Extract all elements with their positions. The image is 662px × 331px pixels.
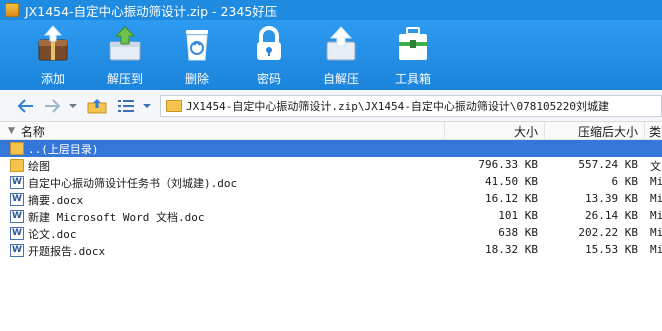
word-document-icon — [10, 210, 24, 223]
delete-button[interactable]: 删除 — [165, 20, 229, 90]
self-extract-button[interactable]: 自解压 — [309, 20, 373, 90]
self-extract-label: 自解压 — [322, 72, 359, 86]
file-name: 开题报告.docx — [28, 245, 106, 258]
word-document-icon — [10, 193, 24, 206]
file-name: 绘图 — [28, 160, 50, 173]
column-name-label: 名称 — [20, 124, 45, 139]
file-type: Mi — [650, 192, 662, 205]
column-compressed-header[interactable]: 压缩后大小 — [545, 122, 645, 140]
navigation-bar: JX1454-自定中心振动筛设计.zip\JX1454-自定中心振动筛设计\07… — [0, 90, 662, 122]
parent-folder-icon — [10, 142, 24, 155]
sort-arrow-icon: ▼ — [8, 126, 15, 136]
chevron-down-icon — [69, 104, 77, 108]
window-title: JX1454-自定中心振动筛设计.zip - 2345好压 — [25, 3, 278, 19]
file-name: 新建 Microsoft Word 文档.doc — [28, 211, 205, 224]
word-document-icon — [10, 227, 24, 240]
folder-icon — [10, 159, 24, 172]
recycle-bin-icon — [177, 24, 217, 64]
toolbox-button[interactable]: 工具箱 — [381, 20, 445, 90]
address-path: JX1454-自定中心振动筛设计.zip\JX1454-自定中心振动筛设计\07… — [186, 100, 610, 113]
word-document-icon — [10, 176, 24, 189]
file-type: Mi — [650, 175, 662, 188]
file-name: 论文.doc — [28, 228, 77, 241]
file-compressed-size: 202.22 KB — [578, 226, 638, 239]
file-row[interactable]: 开题报告.docx 18.32 KB 15.53 KB Mi — [0, 242, 662, 259]
file-row[interactable]: 摘要.docx 16.12 KB 13.39 KB Mi — [0, 191, 662, 208]
file-compressed-size: 557.24 KB — [578, 158, 638, 171]
title-bar: JX1454-自定中心振动筛设计.zip - 2345好压 — [0, 0, 662, 20]
column-type-header[interactable]: 类 — [645, 122, 662, 140]
file-type: Mi — [650, 243, 662, 256]
file-type: Mi — [650, 209, 662, 222]
file-size: 638 KB — [498, 226, 538, 239]
file-name: 自定中心振动筛设计任务书（刘城建).doc — [28, 177, 238, 190]
password-label: 密码 — [256, 72, 281, 86]
back-button[interactable] — [16, 96, 36, 116]
file-compressed-size: 13.39 KB — [585, 192, 638, 205]
column-size-label: 大小 — [513, 124, 538, 139]
file-size: 18.32 KB — [485, 243, 538, 256]
list-view-icon — [118, 100, 134, 112]
file-size: 16.12 KB — [485, 192, 538, 205]
toolbar: 添加 解压到 删除 密码 自解压 工具箱 — [0, 20, 662, 90]
extract-to-icon — [105, 24, 145, 64]
history-dropdown[interactable] — [66, 96, 80, 116]
password-button[interactable]: 密码 — [237, 20, 301, 90]
file-list-header: ▼ 名称 大小 压缩后大小 类 — [0, 122, 662, 140]
extract-to-button[interactable]: 解压到 — [93, 20, 157, 90]
column-size-header[interactable]: 大小 — [445, 122, 545, 140]
file-compressed-size: 26.14 KB — [585, 209, 638, 222]
extract-to-label: 解压到 — [106, 72, 143, 86]
chevron-down-icon — [143, 104, 151, 108]
column-name-header[interactable]: ▼ 名称 — [0, 122, 445, 140]
column-compressed-label: 压缩后大小 — [577, 124, 638, 139]
file-name: 摘要.docx — [28, 194, 84, 207]
file-row-parent[interactable]: ..(上层目录) — [0, 140, 662, 157]
column-type-label: 类 — [649, 124, 662, 139]
view-mode-button[interactable] — [116, 96, 136, 116]
forward-arrow-icon — [45, 99, 60, 113]
add-button[interactable]: 添加 — [21, 20, 85, 90]
address-bar[interactable]: JX1454-自定中心振动筛设计.zip\JX1454-自定中心振动筛设计\07… — [160, 95, 662, 117]
self-extract-icon — [321, 24, 361, 64]
file-name: ..(上层目录) — [28, 143, 99, 156]
add-button-label: 添加 — [40, 72, 65, 86]
add-archive-icon — [33, 24, 73, 64]
padlock-icon — [249, 24, 289, 64]
file-row[interactable]: 绘图 796.33 KB 557.24 KB 文 — [0, 157, 662, 174]
file-row[interactable]: 新建 Microsoft Word 文档.doc 101 KB 26.14 KB… — [0, 208, 662, 225]
back-arrow-icon — [18, 99, 33, 113]
file-type: Mi — [650, 226, 662, 239]
file-size: 101 KB — [498, 209, 538, 222]
file-compressed-size: 15.53 KB — [585, 243, 638, 256]
file-compressed-size: 6 KB — [611, 175, 639, 188]
delete-label: 删除 — [184, 72, 209, 86]
toolbox-icon — [393, 24, 433, 64]
file-row[interactable]: 自定中心振动筛设计任务书（刘城建).doc 41.50 KB 6 KB Mi — [0, 174, 662, 191]
up-folder-icon — [87, 99, 107, 114]
folder-icon — [166, 100, 182, 112]
app-logo-icon — [5, 3, 19, 17]
file-size: 41.50 KB — [485, 175, 538, 188]
word-document-icon — [10, 244, 24, 257]
file-row[interactable]: 论文.doc 638 KB 202.22 KB Mi — [0, 225, 662, 242]
forward-button[interactable] — [42, 96, 62, 116]
up-folder-button[interactable] — [86, 96, 108, 116]
file-size: 796.33 KB — [478, 158, 538, 171]
toolbox-label: 工具箱 — [394, 72, 431, 86]
view-mode-dropdown[interactable] — [140, 96, 154, 116]
file-type: 文 — [650, 160, 661, 173]
